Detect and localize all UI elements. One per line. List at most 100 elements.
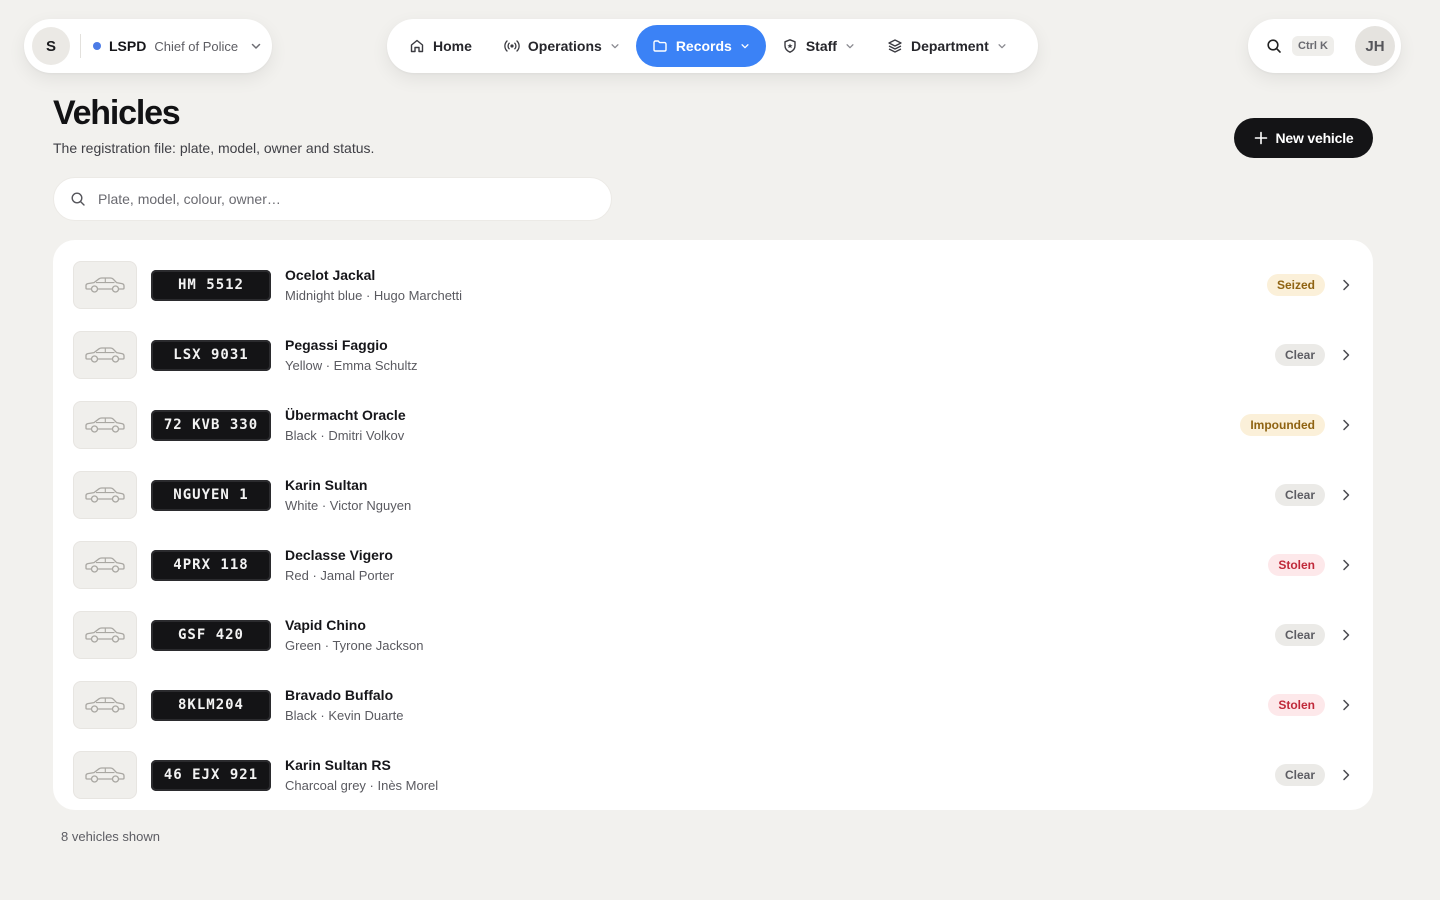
nav-staff[interactable]: Staff: [766, 25, 871, 67]
license-plate: LSX 9031: [151, 339, 271, 371]
vehicle-model: Übermacht Oracle: [285, 407, 406, 423]
chevron-down-icon: [997, 41, 1007, 51]
page-subtitle: The registration file: plate, model, own…: [53, 140, 375, 156]
car-icon: [73, 331, 137, 379]
vehicle-list: HM 5512 Ocelot Jackal Midnight blue · Hu…: [53, 240, 1373, 810]
car-icon: [73, 261, 137, 309]
chevron-down-icon: [740, 41, 750, 51]
vehicle-row[interactable]: GSF 420 Vapid Chino Green · Tyrone Jacks…: [53, 600, 1373, 670]
status-dot: [93, 42, 101, 50]
new-vehicle-button[interactable]: New vehicle: [1234, 118, 1373, 158]
vehicle-model: Karin Sultan RS: [285, 757, 391, 773]
plus-icon: [1254, 131, 1268, 145]
shield-icon: [782, 38, 798, 54]
nav-operations[interactable]: Operations: [488, 25, 636, 67]
nav-operations-label: Operations: [527, 38, 602, 54]
vehicle-row[interactable]: NGUYEN 1 Karin Sultan White · Victor Ngu…: [53, 460, 1373, 530]
vehicle-meta: Midnight blue · Hugo Marchetti: [285, 288, 463, 303]
org-avatar: S: [32, 27, 70, 65]
vehicle-row[interactable]: 46 EJX 921 Karin Sultan RS Charcoal grey…: [53, 740, 1373, 810]
chevron-right-icon[interactable]: [1339, 488, 1353, 502]
car-icon: [73, 681, 137, 729]
vehicle-meta: White · Victor Nguyen: [285, 498, 412, 513]
vehicle-meta: Green · Tyrone Jackson: [285, 638, 424, 653]
utility-bar: Ctrl K JH: [1248, 19, 1401, 73]
vehicle-info: Karin Sultan White · Victor Nguyen: [285, 477, 411, 513]
new-vehicle-label: New vehicle: [1275, 130, 1354, 146]
chevron-down-icon: [250, 40, 262, 52]
vehicle-row[interactable]: LSX 9031 Pegassi Faggio Yellow · Emma Sc…: [53, 320, 1373, 390]
vehicle-model: Ocelot Jackal: [285, 267, 376, 283]
vehicle-row[interactable]: 8KLM204 Bravado Buffalo Black · Kevin Du…: [53, 670, 1373, 740]
search-icon[interactable]: [1266, 38, 1282, 54]
status-badge: Clear: [1274, 624, 1325, 646]
car-icon: [73, 751, 137, 799]
folder-icon: [652, 38, 668, 54]
vehicle-model: Karin Sultan: [285, 477, 368, 493]
divider: [80, 34, 81, 58]
license-plate: 8KLM204: [151, 689, 271, 721]
nav-records-label: Records: [675, 38, 732, 54]
broadcast-icon: [504, 38, 520, 54]
chevron-right-icon[interactable]: [1339, 768, 1353, 782]
user-avatar[interactable]: JH: [1355, 26, 1395, 66]
vehicle-info: Ocelot Jackal Midnight blue · Hugo March…: [285, 267, 462, 303]
vehicle-model: Vapid Chino: [285, 617, 366, 633]
vehicle-search: [53, 177, 612, 221]
car-icon: [73, 611, 137, 659]
license-plate: NGUYEN 1: [151, 479, 271, 511]
license-plate: HM 5512: [151, 269, 271, 301]
license-plate: 46 EJX 921: [151, 759, 271, 791]
vehicle-info: Pegassi Faggio Yellow · Emma Schultz: [285, 337, 417, 373]
vehicle-info: Vapid Chino Green · Tyrone Jackson: [285, 617, 424, 653]
chevron-right-icon[interactable]: [1339, 278, 1353, 292]
status-badge: Clear: [1274, 764, 1325, 786]
chevron-down-icon: [610, 41, 620, 51]
home-icon: [409, 38, 425, 54]
vehicle-info: Declasse Vigero Red · Jamal Porter: [285, 547, 394, 583]
chevron-right-icon[interactable]: [1339, 558, 1353, 572]
status-badge: Impounded: [1240, 414, 1325, 436]
org-role: Chief of Police: [154, 38, 239, 54]
chevron-right-icon[interactable]: [1339, 348, 1353, 362]
nav-staff-label: Staff: [805, 38, 837, 54]
main-nav: Home Operations Records Staff Department: [387, 19, 1038, 73]
vehicle-meta: Black · Kevin Duarte: [285, 708, 404, 723]
vehicle-meta: Red · Jamal Porter: [285, 568, 395, 583]
nav-department[interactable]: Department: [871, 25, 1023, 67]
status-badge: Clear: [1274, 484, 1325, 506]
status-badge: Stolen: [1268, 554, 1325, 576]
layers-icon: [887, 38, 903, 54]
org-switcher[interactable]: S LSPD Chief of Police: [24, 19, 272, 73]
nav-home[interactable]: Home: [393, 25, 488, 67]
car-icon: [73, 471, 137, 519]
license-plate: GSF 420: [151, 619, 271, 651]
vehicle-info: Karin Sultan RS Charcoal grey · Inès Mor…: [285, 757, 438, 793]
car-icon: [73, 541, 137, 589]
vehicle-model: Declasse Vigero: [285, 547, 393, 563]
vehicle-row[interactable]: HM 5512 Ocelot Jackal Midnight blue · Hu…: [53, 250, 1373, 320]
vehicle-meta: Charcoal grey · Inès Morel: [285, 778, 439, 793]
vehicle-row[interactable]: 4PRX 118 Declasse Vigero Red · Jamal Por…: [53, 530, 1373, 600]
status-badge: Seized: [1266, 274, 1325, 296]
vehicle-info: Bravado Buffalo Black · Kevin Duarte: [285, 687, 404, 723]
car-icon: [73, 401, 137, 449]
vehicle-meta: Black · Dmitri Volkov: [285, 428, 405, 443]
license-plate: 4PRX 118: [151, 549, 271, 581]
vehicle-model: Bravado Buffalo: [285, 687, 394, 703]
vehicle-row[interactable]: 72 KVB 330 Übermacht Oracle Black · Dmit…: [53, 390, 1373, 460]
nav-home-label: Home: [433, 38, 472, 54]
vehicle-meta: Yellow · Emma Schultz: [285, 358, 418, 373]
license-plate: 72 KVB 330: [151, 409, 271, 441]
chevron-down-icon: [845, 41, 855, 51]
chevron-right-icon[interactable]: [1339, 418, 1353, 432]
search-icon: [70, 191, 86, 207]
search-input[interactable]: [98, 191, 595, 207]
status-badge: Stolen: [1268, 694, 1325, 716]
nav-department-label: Department: [910, 38, 989, 54]
nav-records[interactable]: Records: [635, 25, 766, 67]
chevron-right-icon[interactable]: [1339, 698, 1353, 712]
org-name: LSPD: [109, 38, 147, 54]
chevron-right-icon[interactable]: [1339, 628, 1353, 642]
page-title: Vehicles: [53, 94, 181, 132]
